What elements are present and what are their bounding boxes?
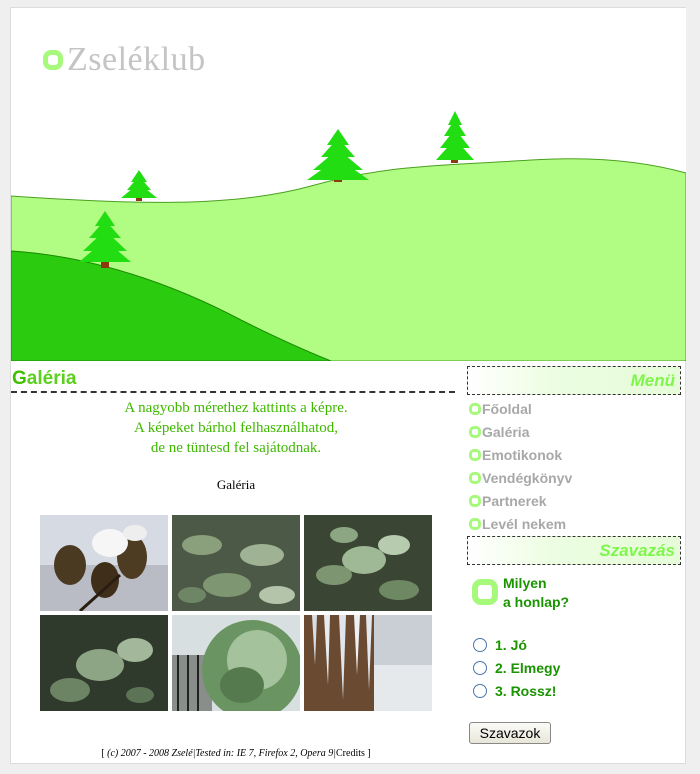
header-banner: Zseléklub bbox=[11, 8, 686, 361]
menu-item-home[interactable]: Főoldal bbox=[469, 399, 532, 419]
page-container: Zseléklub Galéria A nagyobb mérethez kat… bbox=[10, 7, 686, 764]
bullet-ring-icon bbox=[469, 403, 481, 415]
bullet-ring-icon bbox=[469, 472, 481, 484]
poll-option-label: 3. Rossz! bbox=[495, 683, 557, 699]
thumbnail-image bbox=[172, 615, 300, 711]
vote-button[interactable]: Szavazok bbox=[469, 722, 551, 744]
footer-bracket: [ bbox=[101, 748, 105, 759]
gallery-caption: Galéria bbox=[216, 477, 256, 492]
bullet-ring-icon bbox=[469, 495, 481, 507]
intro-line: de ne tüntesd fel sajátodnak. bbox=[150, 440, 322, 456]
page-title-rest: aléria bbox=[26, 368, 77, 389]
bullet-ring-icon bbox=[469, 449, 481, 461]
menu-item-partners[interactable]: Partnerek bbox=[469, 491, 547, 511]
menu-item-label: Galéria bbox=[482, 424, 530, 440]
thumbnail-image bbox=[304, 615, 432, 711]
poll-option-label: 2. Elmegy bbox=[495, 660, 561, 676]
page-title-initial: G bbox=[12, 368, 27, 389]
poll-option[interactable]: 1. Jó bbox=[473, 635, 527, 655]
footer-bracket: ] bbox=[367, 748, 371, 759]
poll-question-text: Milyen a honlap? bbox=[503, 574, 593, 612]
menu-item-label: Vendégkönyv bbox=[482, 470, 573, 486]
gallery-thumbnail[interactable] bbox=[40, 515, 168, 611]
poll-question: Milyen a honlap? bbox=[472, 574, 593, 612]
poll-question-line: Milyen bbox=[503, 575, 547, 591]
menu-item-emoticons[interactable]: Emotikonok bbox=[469, 445, 562, 465]
site-logo[interactable]: Zseléklub bbox=[43, 41, 206, 79]
menu-item-label: Emotikonok bbox=[482, 447, 563, 463]
thumbnail-image bbox=[304, 515, 432, 611]
poll-option[interactable]: 2. Elmegy bbox=[473, 658, 560, 678]
gallery-thumbnail[interactable] bbox=[40, 615, 168, 711]
menu-heading: Menü bbox=[467, 366, 681, 395]
bullet-ring-icon bbox=[469, 426, 481, 438]
poll-question-line: a honlap? bbox=[503, 594, 570, 610]
menu-item-guestbook[interactable]: Vendégkönyv bbox=[469, 468, 572, 488]
poll-radio[interactable] bbox=[473, 661, 487, 675]
poll-ring-icon bbox=[472, 579, 498, 605]
gallery-thumbnail[interactable] bbox=[304, 515, 432, 611]
gallery-thumbnail[interactable] bbox=[172, 615, 300, 711]
poll-option[interactable]: 3. Rossz! bbox=[473, 681, 556, 701]
page-title: Galéria bbox=[11, 368, 455, 393]
gallery-intro: A nagyobb mérethez kattints a képre. A k… bbox=[31, 398, 441, 458]
poll-heading: Szavazás bbox=[467, 536, 681, 565]
menu-item-label: Levél nekem bbox=[482, 516, 567, 532]
thumbnail-image bbox=[172, 515, 300, 611]
menu-item-gallery[interactable]: Galéria bbox=[469, 422, 529, 442]
menu-item-mail[interactable]: Levél nekem bbox=[469, 514, 566, 534]
gallery-thumbnail[interactable] bbox=[172, 515, 300, 611]
credits-link[interactable]: Credits bbox=[336, 748, 365, 759]
logo-ring-icon bbox=[43, 50, 63, 70]
footer: [ (c) 2007 - 2008 Zselé|Tested in: IE 7,… bbox=[11, 748, 461, 759]
logo-text: Zseléklub bbox=[67, 41, 206, 78]
footer-copyright: (c) 2007 - 2008 Zselé|Tested in: IE 7, F… bbox=[107, 748, 336, 759]
menu-item-label: Főoldal bbox=[482, 401, 532, 417]
intro-line: A nagyobb mérethez kattints a képre. bbox=[124, 400, 348, 416]
bullet-ring-icon bbox=[469, 518, 481, 530]
poll-option-label: 1. Jó bbox=[495, 637, 527, 653]
poll-radio[interactable] bbox=[473, 638, 487, 652]
menu-item-label: Partnerek bbox=[482, 493, 547, 509]
gallery-thumbnail[interactable] bbox=[304, 615, 432, 711]
intro-line: A képeket bárhol felhasználhatod, bbox=[133, 420, 339, 436]
poll-radio[interactable] bbox=[473, 684, 487, 698]
thumbnail-image bbox=[40, 615, 168, 711]
thumbnail-image bbox=[40, 515, 168, 611]
